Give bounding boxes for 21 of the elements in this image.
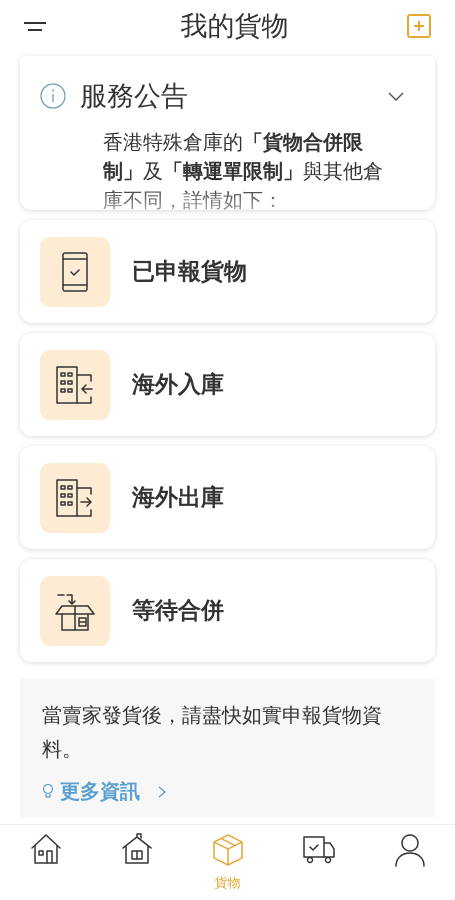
menu-label: 海外入庫 — [132, 370, 224, 400]
announcement-text: 香港特殊倉庫的「貨物合併限制」及「轉運單限制」與其他倉庫不同，詳情如下： — [103, 130, 384, 210]
menu-label: 已申報貨物 — [132, 257, 247, 286]
user-icon — [394, 833, 426, 867]
menu-card[interactable]: 海外入庫 — [20, 333, 435, 436]
menu-card[interactable]: 已申報貨物 — [20, 220, 435, 323]
house-icon — [30, 833, 62, 865]
menu-label: 等待合併 — [132, 596, 224, 626]
building-arrow-out-icon — [55, 478, 95, 518]
phone-check-icon — [62, 252, 88, 292]
box-icon — [210, 833, 244, 867]
info-text: 當賣家發貨後，請盡快如實申報貨物資料。 — [42, 704, 383, 763]
announcement-title: 服務公告 — [80, 80, 189, 113]
menu-label: 海外出庫 — [132, 483, 224, 512]
chevron-right-icon — [156, 785, 168, 799]
info-icon — [40, 83, 66, 110]
menu-card[interactable]: 等待合併 — [20, 559, 435, 662]
page-title: 我的貨物 — [180, 10, 288, 43]
menu-card[interactable]: 海外出庫 — [20, 446, 435, 549]
store-icon — [120, 833, 152, 865]
building-arrow-in-icon — [55, 364, 95, 404]
